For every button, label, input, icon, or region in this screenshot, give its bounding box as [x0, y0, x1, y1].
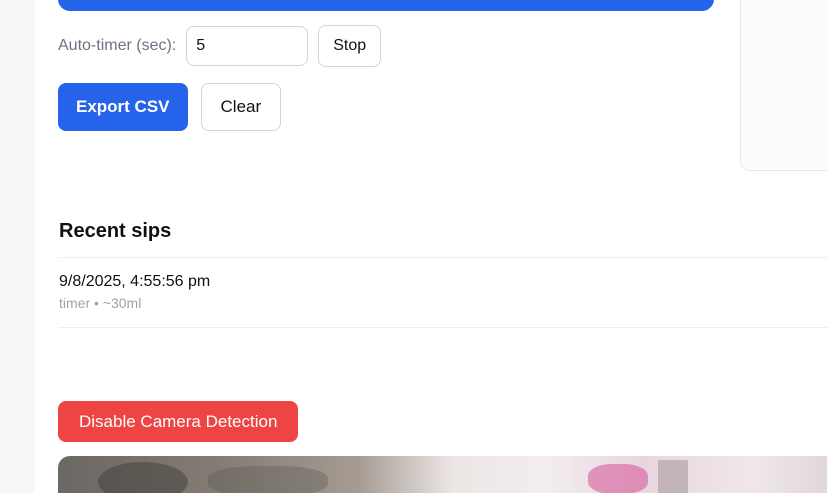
clear-button[interactable]: Clear — [200, 83, 282, 131]
camera-feed — [58, 456, 827, 493]
action-row: Export CSV Clear — [58, 83, 282, 131]
side-panel — [740, 0, 827, 171]
auto-timer-input[interactable] — [186, 26, 309, 66]
sip-meta: timer • ~30ml — [59, 295, 142, 311]
main-card: Auto-timer (sec): Stop Export CSV Clear … — [35, 0, 827, 493]
export-csv-button[interactable]: Export CSV — [58, 83, 188, 131]
sip-timestamp: 9/8/2025, 4:55:56 pm — [59, 273, 211, 290]
divider — [58, 257, 827, 258]
primary-action-bar[interactable] — [58, 0, 714, 11]
auto-timer-label: Auto-timer (sec): — [58, 37, 177, 54]
recent-sips-heading: Recent sips — [59, 220, 172, 242]
disable-camera-button[interactable]: Disable Camera Detection — [58, 401, 299, 442]
stop-button[interactable]: Stop — [318, 25, 382, 67]
divider — [58, 327, 827, 328]
auto-timer-row: Auto-timer (sec): Stop — [58, 25, 382, 67]
list-item: 9/8/2025, 4:55:56 pm timer • ~30ml — [59, 273, 210, 311]
